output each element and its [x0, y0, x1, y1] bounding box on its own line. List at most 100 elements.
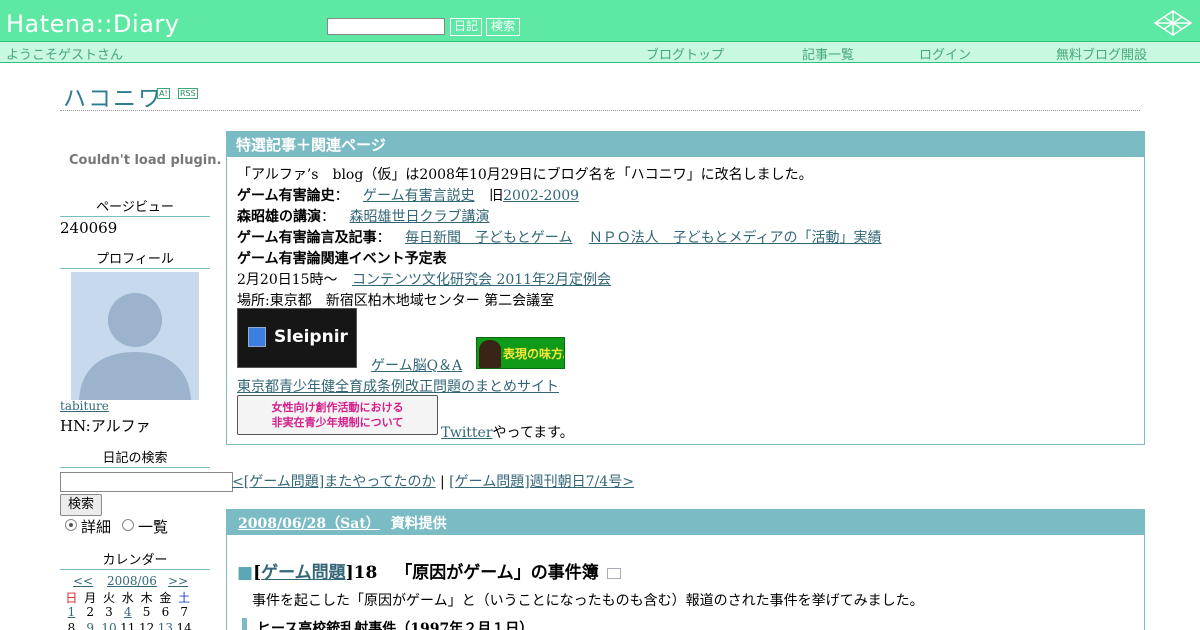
blog-title[interactable]: ハコニワ	[63, 79, 163, 113]
sidebar-search-button[interactable]: 検索	[60, 494, 102, 516]
diary-entry: 2008/06/28（Sat） 資料提供 ■[ゲーム問題]18 「原因がゲーム」…	[226, 509, 1145, 630]
calendar-current-month[interactable]: 2008/06	[107, 574, 157, 588]
entry-date-link[interactable]: 2008/06/28（Sat）	[238, 516, 380, 532]
calendar-day[interactable]: 4	[118, 605, 137, 619]
calendar-next-month[interactable]: >>	[168, 574, 188, 588]
global-search-button[interactable]: 検索	[486, 18, 520, 36]
entry-square-icon[interactable]: ■	[237, 563, 253, 583]
calendar-day: 11	[120, 621, 136, 630]
calendar-day[interactable]: 9	[81, 621, 100, 630]
history-old-text: 旧	[489, 188, 504, 204]
radio-detail-label: 詳細	[81, 518, 112, 536]
rss-badge[interactable]: RSS	[178, 88, 198, 99]
event-link[interactable]: コンテンツ文化研究会 2011年2月定例会	[352, 272, 611, 288]
twitter-suffix: やってます。	[492, 425, 574, 441]
sleipnir-logo-icon	[248, 327, 266, 347]
calendar-weekdays: 日月火水木金土	[62, 589, 212, 606]
lecture-link[interactable]: 森昭雄世日クラブ講演	[349, 209, 489, 225]
calendar-day: 12	[138, 621, 155, 630]
calendar-week-1: 1234567	[62, 605, 212, 619]
calendar-day: 5	[142, 605, 151, 619]
entry-date-title: 資料提供	[390, 516, 447, 532]
history-line: ゲーム有害論史： ゲーム有害言説史 旧2002-2009	[237, 185, 579, 205]
calendar-heading: カレンダー	[60, 549, 210, 570]
nav-login[interactable]: ログイン	[919, 44, 971, 63]
calendar-day[interactable]: 13	[156, 621, 175, 630]
twitter-line: Twitterやってます。	[441, 422, 574, 442]
event-heading: ゲーム有害論関連イベント予定表	[237, 251, 447, 267]
pageview-count: 240069	[60, 219, 118, 237]
weekday-fri: 金	[159, 591, 172, 605]
weekday-mon: 月	[84, 591, 97, 605]
entry-number: 18	[353, 563, 378, 583]
hatena-diary-logo[interactable]: Hatena::Diary	[6, 10, 179, 38]
profile-id-link[interactable]: tabiture	[60, 399, 109, 413]
history-old-link[interactable]: 2002-2009	[503, 188, 579, 204]
nav-article-list[interactable]: 記事一覧	[802, 44, 854, 63]
diary-search-heading: 日記の検索	[60, 447, 210, 468]
prev-entry-link[interactable]: <[ゲーム問題]またやってたのか	[232, 474, 436, 490]
entry-pager: <[ゲーム問題]またやってたのか | [ゲーム問題]週刊朝日7/4号>	[232, 471, 634, 491]
nav-blog-top[interactable]: ブログトップ	[646, 44, 724, 63]
default-user-icon	[79, 293, 191, 400]
tokyo-ordinance-link[interactable]: 東京都青少年健全育成条例改正問題のまとめサイト	[237, 376, 559, 396]
welcome-guest-text: ようこそゲストさん	[6, 48, 124, 63]
profile-heading: プロフィール	[60, 248, 210, 269]
event-place: 場所:東京都 新宿区柏木地域センター 第二会議室	[237, 293, 555, 309]
josei-banner-line1: 女性向け創作活動における	[271, 401, 404, 414]
title-divider	[60, 110, 1140, 111]
entry-quote: ヒース高校銃乱射事件（1997年２月１日）	[242, 618, 533, 630]
lecture-line: 森昭雄の講演： 森昭雄世日クラブ講演	[237, 206, 489, 226]
plugin-error-message: Couldn't load plugin.	[69, 153, 222, 168]
calendar-day: 3	[105, 605, 113, 619]
calendar-prev-month[interactable]: <<	[73, 574, 93, 588]
sleipnir-banner[interactable]: Sleipnir	[237, 308, 357, 368]
profile-handle-name: HN:アルファ	[60, 417, 151, 435]
bookmark-icon[interactable]	[606, 568, 621, 579]
figure-icon	[479, 340, 501, 368]
mention-line: ゲーム有害論言及記事： 毎日新聞 子どもとゲーム ＮＰＯ法人 子どもとメディアの…	[237, 227, 882, 247]
hatena-grid-icon[interactable]	[1152, 8, 1194, 38]
calendar-day[interactable]: 10	[100, 621, 119, 630]
entry-category-link[interactable]: ゲーム問題	[261, 563, 346, 583]
entry-date-header: 2008/06/28（Sat） 資料提供	[227, 510, 1144, 535]
featured-articles-box: 特選記事＋関連ページ 「アルファ’s blog（仮」は2008年10月29日にブ…	[226, 131, 1145, 445]
sidebar-search-input[interactable]	[60, 472, 233, 492]
weekday-thu: 木	[140, 591, 153, 605]
entry-title-text: 「原因がゲーム」の事件簿	[395, 563, 599, 583]
calendar-day: 7	[180, 605, 188, 619]
mention-sep: ：	[376, 230, 391, 246]
sleipnir-banner-text: Sleipnir	[274, 327, 348, 347]
rename-notice: 「アルファ’s blog（仮」は2008年10月29日にブログ名を「ハコニワ」に…	[237, 167, 813, 183]
calendar-day: 8	[67, 621, 76, 630]
pager-separator: |	[435, 474, 450, 490]
history-link[interactable]: ゲーム有害言説史	[363, 188, 475, 204]
bracket-open: [	[253, 563, 262, 583]
header-search-input[interactable]	[327, 18, 445, 35]
event-line: 2月20日15時～ コンテンツ文化研究会 2011年2月定例会	[237, 269, 611, 289]
hyogen-banner[interactable]: 表現の味方。	[476, 337, 565, 369]
next-entry-link[interactable]: [ゲーム問題]週刊朝日7/4号>	[449, 474, 634, 490]
profile-avatar[interactable]	[71, 272, 199, 400]
diary-search-button[interactable]: 日記	[450, 18, 482, 36]
weekday-wed: 水	[121, 591, 134, 605]
history-label: ゲーム有害論史	[237, 188, 335, 204]
game-brain-qa-link[interactable]: ゲーム脳Q＆A	[371, 355, 462, 375]
hyogen-banner-text: 表現の味方。	[503, 347, 564, 361]
calendar-week-2: 8 9 10 11 12 13 14	[62, 621, 212, 630]
radio-list[interactable]	[122, 519, 134, 531]
calendar-day[interactable]: 1	[62, 605, 81, 619]
calendar-day: 6	[161, 605, 170, 619]
mention-label: ゲーム有害論言及記事	[237, 230, 377, 246]
entry-title: ■[ゲーム問題]18 「原因がゲーム」の事件簿	[237, 558, 621, 583]
mention-link-npo[interactable]: ＮＰＯ法人 子どもとメディアの「活動」実績	[589, 230, 882, 246]
twitter-link[interactable]: Twitter	[441, 425, 493, 441]
antenna-badge[interactable]: A!	[157, 88, 170, 99]
mention-link-mainichi[interactable]: 毎日新聞 子どもとゲーム	[405, 230, 572, 246]
radio-detail[interactable]	[65, 519, 77, 531]
josei-creative-banner[interactable]: 女性向け創作活動における 非実在青少年規制について	[237, 395, 438, 435]
lecture-label: 森昭雄の講演	[237, 209, 321, 225]
josei-banner-line2: 非実在青少年規制について	[271, 416, 404, 429]
calendar-day: 2	[86, 605, 95, 619]
nav-free-blog-signup[interactable]: 無料ブログ開設	[1056, 44, 1147, 63]
